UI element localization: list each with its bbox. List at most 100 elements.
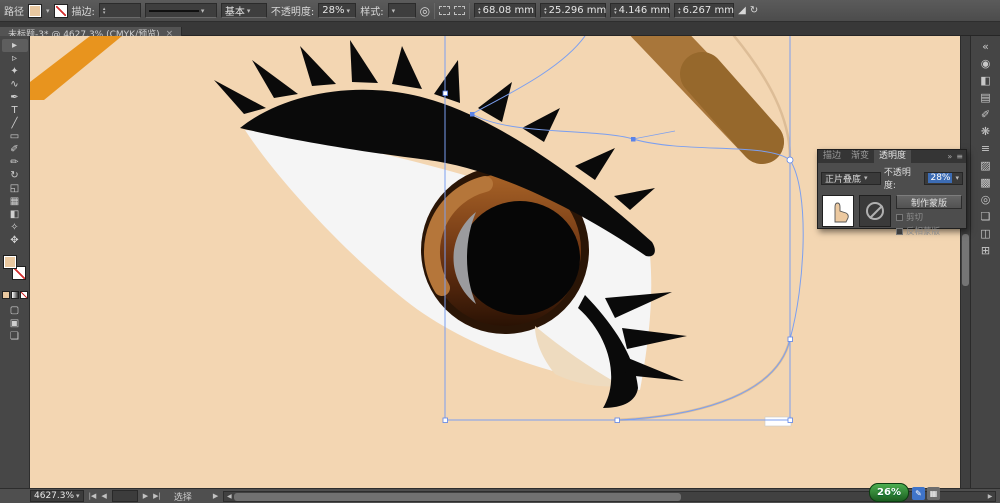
- stroke-panel-icon[interactable]: ≡: [974, 140, 998, 157]
- collapse-panel-icon[interactable]: »: [947, 152, 952, 161]
- vertical-scrollbar[interactable]: [960, 36, 970, 488]
- spin-down-icon[interactable]: ▾: [614, 10, 617, 15]
- align-vertical-icon[interactable]: [454, 6, 466, 15]
- eyebrow-shape[interactable]: [630, 36, 784, 164]
- transparency-panel-icon[interactable]: ▩: [974, 174, 998, 191]
- mask-thumbnail[interactable]: [859, 195, 891, 227]
- paintbrush-tool[interactable]: ✐: [2, 143, 28, 156]
- spin-down-icon[interactable]: ▾: [678, 10, 681, 15]
- vertical-scrollbar-thumb[interactable]: [962, 234, 969, 286]
- artboard-canvas[interactable]: [30, 36, 960, 488]
- width-field[interactable]: ▴ ▾ 4.146 mm: [610, 3, 671, 18]
- status-menu-caret-icon[interactable]: ▶: [213, 492, 218, 500]
- pencil-tool[interactable]: ✏: [2, 156, 28, 169]
- brushes-panel-icon[interactable]: ✐: [974, 106, 998, 123]
- symbols-panel-icon[interactable]: ❋: [974, 123, 998, 140]
- white-swatch-shape[interactable]: [764, 416, 792, 427]
- invert-mask-checkbox-row[interactable]: 反相蒙版: [896, 225, 962, 237]
- recolor-artwork-icon[interactable]: ◎: [420, 4, 430, 18]
- tab-stroke[interactable]: 描边: [818, 150, 846, 163]
- last-artboard-icon[interactable]: ▶|: [153, 492, 161, 500]
- clip-checkbox[interactable]: [896, 213, 903, 221]
- next-artboard-icon[interactable]: ▶: [143, 492, 148, 500]
- align-horizontal-icon[interactable]: [439, 6, 451, 15]
- draw-behind-mode-button[interactable]: ▣: [2, 317, 28, 330]
- gradient-tool[interactable]: ◧: [2, 208, 28, 221]
- draw-normal-mode-button[interactable]: ▢: [2, 304, 28, 317]
- zoom-caret-icon[interactable]: ▾: [76, 492, 80, 500]
- spin-down-icon[interactable]: ▾: [478, 10, 481, 15]
- prev-artboard-icon[interactable]: ◀: [101, 492, 106, 500]
- color-button[interactable]: [1, 291, 10, 299]
- style-dropdown[interactable]: ▾: [387, 3, 416, 18]
- orange-shape[interactable]: [30, 36, 122, 100]
- mesh-tool[interactable]: ▦: [2, 195, 28, 208]
- object-thumbnail[interactable]: [822, 195, 854, 227]
- fill-color-swatch[interactable]: [2, 255, 17, 269]
- color-guide-panel-icon[interactable]: ◧: [974, 72, 998, 89]
- caret-icon[interactable]: ▾: [247, 7, 251, 15]
- gradient-button[interactable]: [10, 291, 19, 299]
- fill-caret-icon[interactable]: ▾: [46, 7, 50, 15]
- tab-gradient[interactable]: 渐变: [846, 150, 874, 163]
- artboards-panel-icon[interactable]: ⊞: [974, 242, 998, 259]
- stroke-swatch[interactable]: [53, 3, 68, 18]
- artboard-number-field[interactable]: [111, 490, 138, 502]
- panel-menu-icon[interactable]: ≡: [956, 152, 963, 161]
- ime-pencil-icon[interactable]: ✎: [912, 487, 925, 500]
- blend-mode-dropdown[interactable]: 正片叠底 ▾: [821, 171, 881, 185]
- first-artboard-icon[interactable]: |◀: [89, 492, 97, 500]
- caret-icon[interactable]: ▾: [201, 7, 205, 15]
- type-tool[interactable]: T: [2, 104, 28, 117]
- caret-icon[interactable]: ▾: [347, 7, 351, 15]
- rotate-icon[interactable]: ↻: [750, 5, 758, 16]
- bezier-handle[interactable]: [632, 130, 676, 140]
- graphic-styles-panel-icon[interactable]: ❏: [974, 208, 998, 225]
- zoom-field[interactable]: 4627.3% ▾: [30, 490, 84, 502]
- fill-swatch[interactable]: [28, 3, 42, 18]
- rectangle-tool[interactable]: ▭: [2, 130, 28, 143]
- line-tool[interactable]: ╱: [2, 117, 28, 130]
- direct-selection-tool[interactable]: ▹: [2, 52, 28, 65]
- y-position-field[interactable]: ▴ ▾ 25.296 mm: [540, 3, 606, 18]
- invert-mask-checkbox[interactable]: [896, 227, 903, 235]
- layers-panel-icon[interactable]: ◫: [974, 225, 998, 242]
- scroll-left-icon[interactable]: ◀: [224, 493, 234, 500]
- variable-width-dropdown[interactable]: ▾: [144, 3, 217, 18]
- magic-wand-tool[interactable]: ✦: [2, 65, 28, 78]
- none-button[interactable]: [19, 291, 28, 299]
- gradient-panel-icon[interactable]: ▨: [974, 157, 998, 174]
- clip-checkbox-row[interactable]: 剪切: [896, 211, 962, 223]
- spin-down-icon[interactable]: ▾: [103, 10, 106, 15]
- scroll-right-icon[interactable]: ▶: [985, 493, 995, 500]
- tab-transparency[interactable]: 透明度: [874, 150, 912, 163]
- swatches-panel-icon[interactable]: ▤: [974, 89, 998, 106]
- screen-mode-button[interactable]: ❏: [2, 330, 28, 343]
- spin-down-icon[interactable]: ▾: [544, 10, 547, 15]
- x-position-field[interactable]: ▴ ▾ 68.08 mm: [474, 3, 537, 18]
- selection-tool[interactable]: ▸: [1, 39, 28, 52]
- lasso-tool[interactable]: ∿: [2, 78, 28, 91]
- battery-indicator-badge[interactable]: 26%: [869, 483, 909, 502]
- stroke-weight-field[interactable]: ▴ ▾: [98, 3, 141, 18]
- opacity-field[interactable]: 28% ▾: [318, 3, 357, 18]
- appearance-panel-icon[interactable]: ◎: [974, 191, 998, 208]
- brush-dropdown[interactable]: 基本 ▾: [220, 3, 267, 18]
- caret-icon[interactable]: ▾: [864, 174, 868, 182]
- horizontal-scrollbar-thumb[interactable]: [234, 492, 682, 501]
- panel-opacity-field[interactable]: 28% ▾: [924, 171, 963, 185]
- caret-icon[interactable]: ▾: [955, 174, 959, 182]
- pen-tool[interactable]: ✒: [2, 91, 28, 104]
- ime-keyboard-icon[interactable]: ▦: [927, 487, 940, 500]
- height-field[interactable]: ▴ ▾ 6.267 mm: [674, 3, 735, 18]
- color-panel-icon[interactable]: ◉: [974, 55, 998, 72]
- scale-tool[interactable]: ◱: [2, 182, 28, 195]
- shear-icon[interactable]: ◢: [738, 5, 746, 16]
- eye-artwork[interactable]: [30, 36, 960, 488]
- eyedropper-tool[interactable]: ✧: [2, 221, 28, 234]
- rotate-tool[interactable]: ↻: [2, 169, 28, 182]
- hand-tool[interactable]: ✥: [2, 234, 28, 247]
- caret-icon[interactable]: ▾: [392, 7, 396, 15]
- expand-dock-icon[interactable]: «: [974, 38, 998, 55]
- make-mask-button[interactable]: 制作蒙版: [896, 195, 962, 209]
